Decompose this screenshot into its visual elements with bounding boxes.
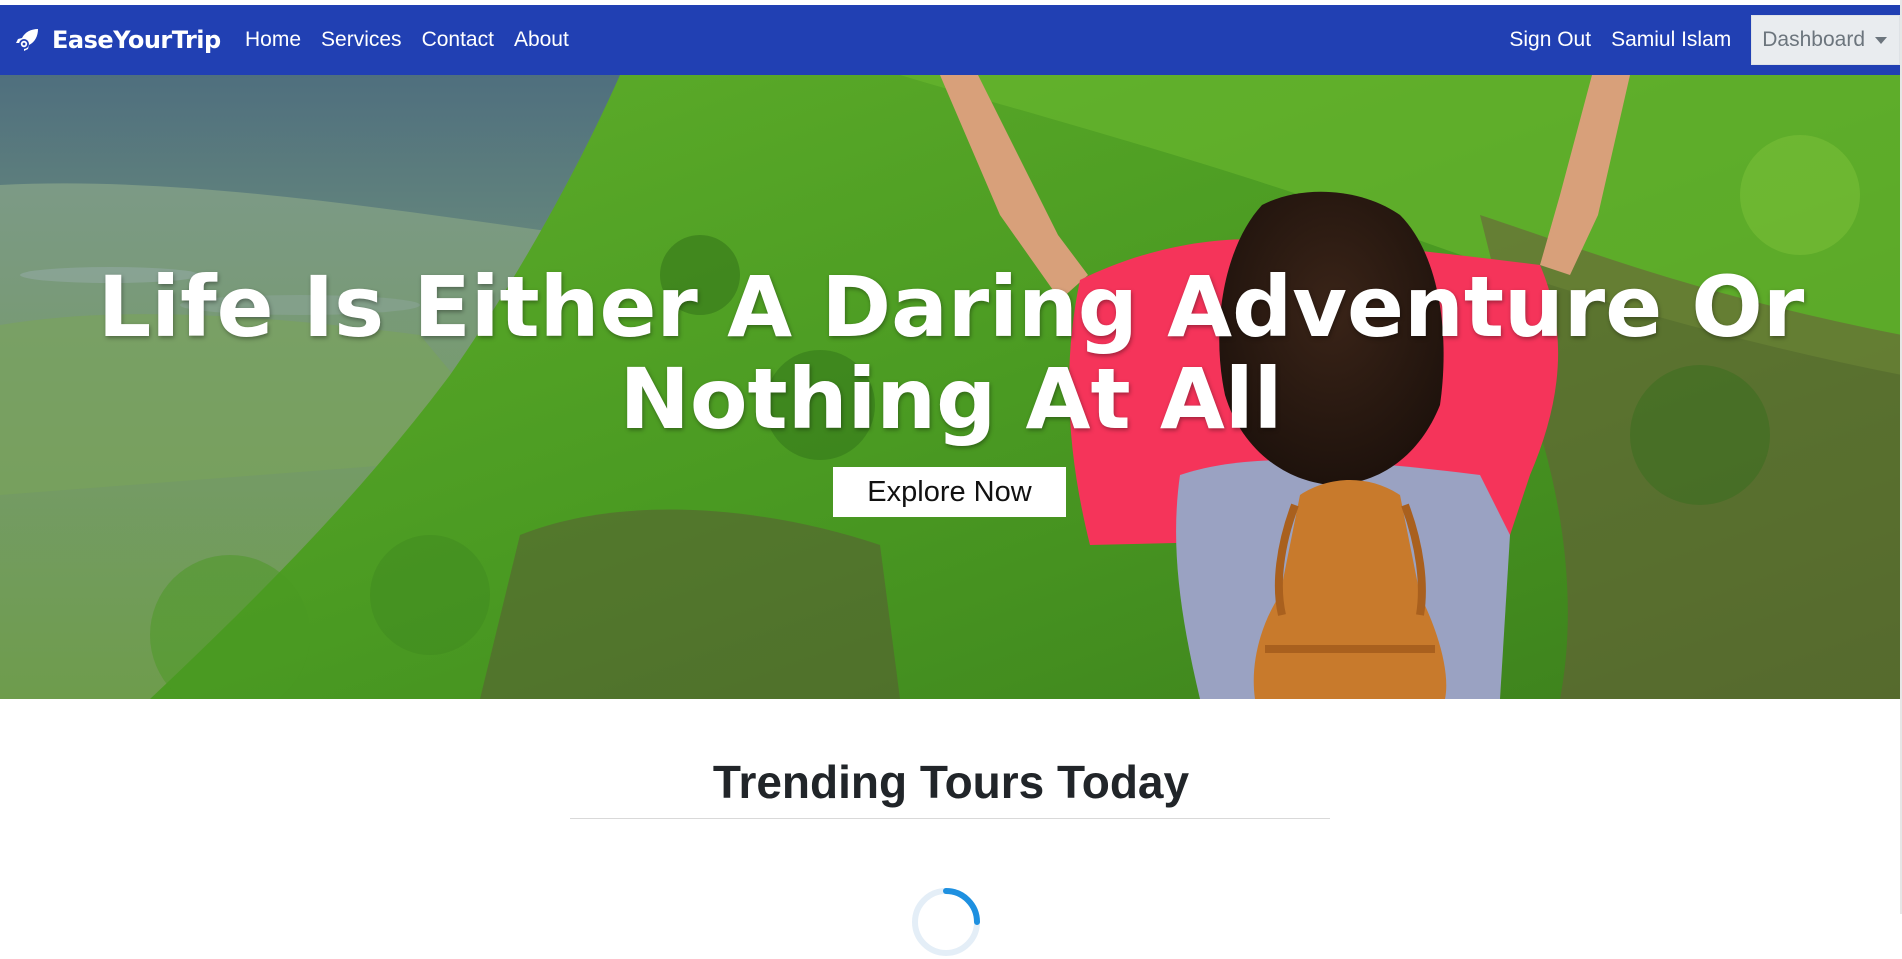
main-nav: Home Services Contact About	[245, 5, 569, 75]
user-nav: Sign Out Samiul Islam Dashboard	[1509, 5, 1902, 75]
caret-down-icon	[1875, 37, 1887, 44]
dashboard-dropdown[interactable]: Dashboard	[1751, 15, 1900, 65]
rocket-icon	[16, 29, 38, 51]
section-divider	[570, 818, 1330, 819]
brand-link[interactable]: EaseYourTrip	[14, 5, 221, 75]
nav-link-about[interactable]: About	[514, 28, 569, 52]
nav-link-contact[interactable]: Contact	[422, 28, 494, 52]
nav-link-services[interactable]: Services	[321, 28, 402, 52]
brand-name: EaseYourTrip	[52, 26, 221, 54]
trending-tours-title: Trending Tours Today	[712, 756, 1190, 808]
explore-now-button[interactable]: Explore Now	[833, 467, 1066, 517]
hero-banner: Life Is Either A Daring Adventure Or Not…	[0, 75, 1902, 699]
user-name-link[interactable]: Samiul Islam	[1611, 28, 1731, 52]
top-navbar: EaseYourTrip Home Services Contact About…	[0, 5, 1902, 75]
dashboard-label: Dashboard	[1762, 28, 1865, 51]
sign-out-link[interactable]: Sign Out	[1509, 28, 1591, 52]
nav-link-home[interactable]: Home	[245, 28, 301, 52]
hero-heading: Life Is Either A Daring Adventure Or Not…	[97, 258, 1805, 448]
loading-spinner-icon	[912, 888, 980, 956]
